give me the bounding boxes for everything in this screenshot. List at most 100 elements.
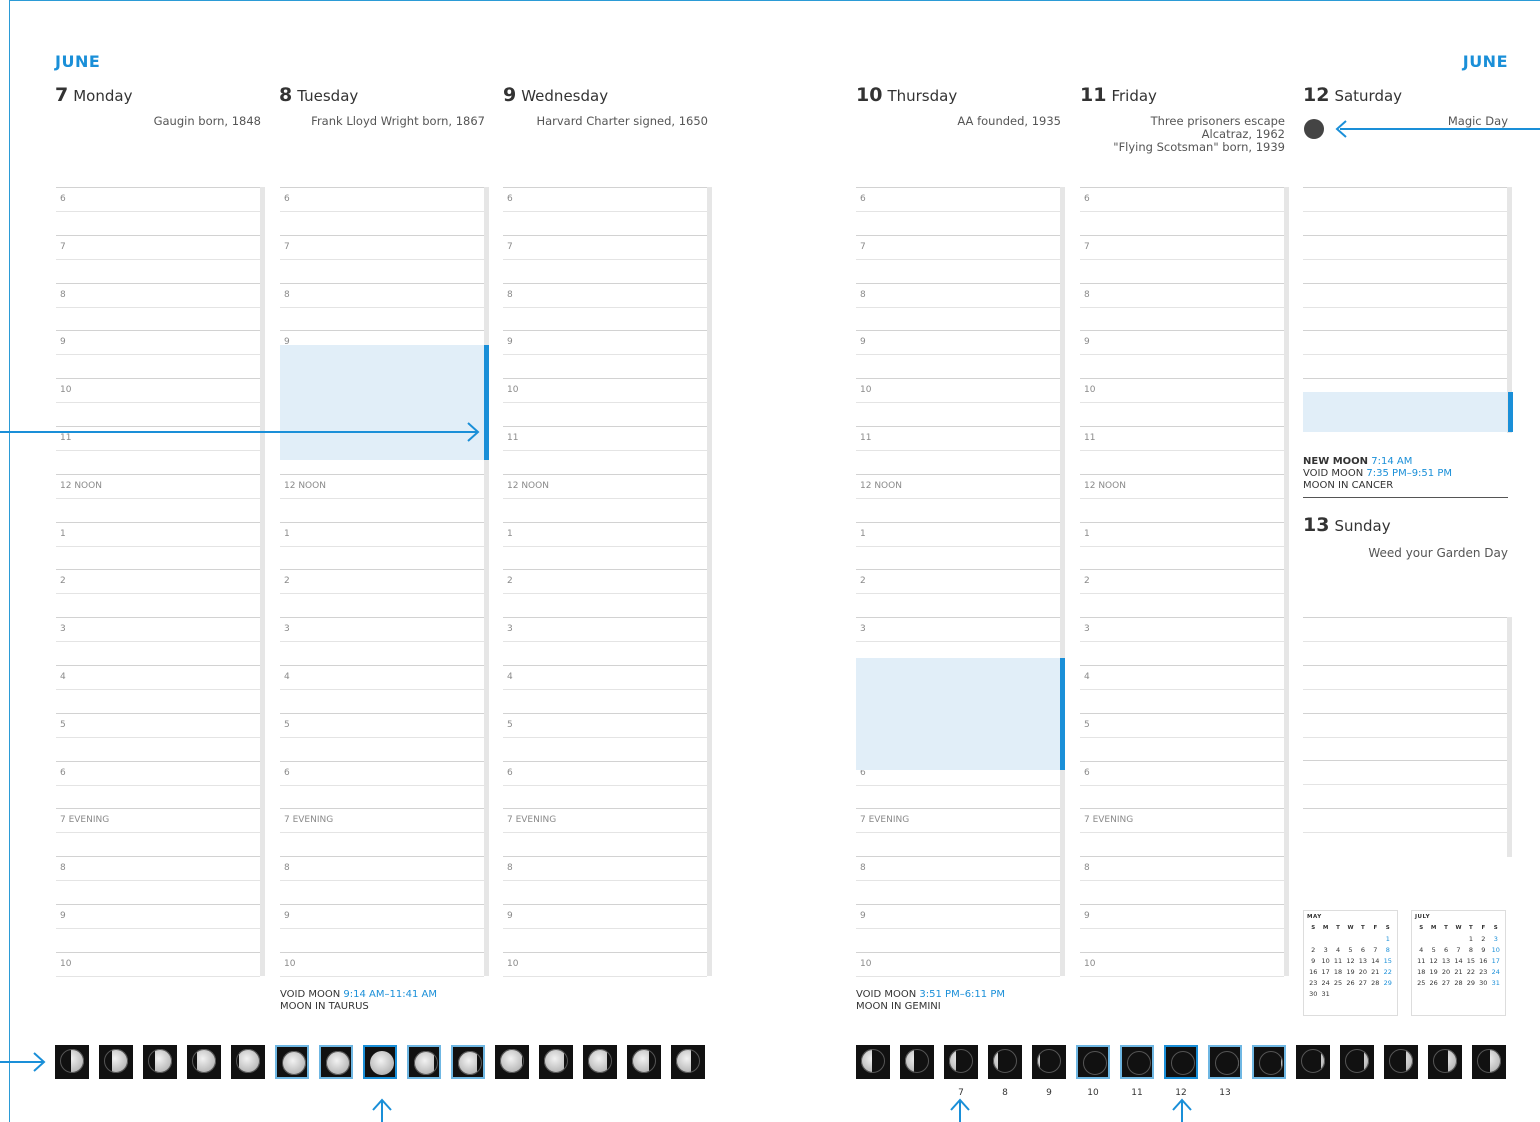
day-header-sunday[interactable]: 13 Sunday: [1303, 514, 1391, 536]
calendar-day[interactable]: 27: [1357, 977, 1369, 988]
calendar-day[interactable]: 21: [1369, 966, 1381, 977]
calendar-day[interactable]: 17: [1319, 966, 1331, 977]
calendar-day[interactable]: 29: [1382, 977, 1394, 988]
calendar-day[interactable]: 24: [1490, 966, 1502, 977]
calendar-day[interactable]: 1: [1382, 933, 1394, 944]
calendar-day[interactable]: 28: [1452, 977, 1464, 988]
calendar-day[interactable]: 28: [1369, 977, 1381, 988]
mini-calendar-july[interactable]: JULY S M T W T F S 1 2 3 4 5 6 7 8 9 10 11 12 13 14 15 16 17 18 19…: [1411, 910, 1506, 1016]
calendar-day[interactable]: 4: [1415, 944, 1427, 955]
moon-phase-icon: [1120, 1045, 1154, 1079]
calendar-day[interactable]: 13: [1357, 955, 1369, 966]
calendar-day[interactable]: 6: [1357, 944, 1369, 955]
calendar-day[interactable]: 20: [1440, 966, 1452, 977]
hour-label: 7: [1084, 241, 1090, 252]
day-header-saturday[interactable]: 12 Saturday: [1303, 84, 1402, 106]
hour-label: 8: [860, 289, 866, 300]
calendar-day[interactable]: 2: [1477, 933, 1489, 944]
calendar-day[interactable]: 17: [1490, 955, 1502, 966]
highlight-block-thursday[interactable]: [856, 658, 1060, 770]
calendar-day[interactable]: 9: [1307, 955, 1319, 966]
calendar-day[interactable]: 10: [1319, 955, 1331, 966]
calendar-day[interactable]: 25: [1415, 977, 1427, 988]
hour-line: [1303, 808, 1507, 810]
hour-label: 9: [507, 911, 513, 921]
calendar-day[interactable]: 1: [1465, 933, 1477, 944]
calendar-day[interactable]: 11: [1332, 955, 1344, 966]
schedule-column-monday[interactable]: 6 7 8 9 10 11 12 NOON 1 2 3 4 5 6 7 EVENING 8 9 10: [56, 187, 265, 977]
calendar-day[interactable]: 18: [1415, 966, 1427, 977]
calendar-day[interactable]: 5: [1427, 944, 1439, 955]
calendar-day[interactable]: 23: [1307, 977, 1319, 988]
moon-note-saturday: NEW MOON 7:14 AM VOID MOON 7:35 PM–9:51 …: [1303, 456, 1452, 492]
calendar-day[interactable]: 7: [1452, 944, 1464, 955]
highlight-block-saturday[interactable]: [1303, 392, 1507, 432]
calendar-day[interactable]: 29: [1465, 977, 1477, 988]
day-header-tuesday[interactable]: 8 Tuesday: [279, 84, 358, 106]
day-header-friday[interactable]: 11 Friday: [1080, 84, 1157, 106]
day-header-wednesday[interactable]: 9 Wednesday: [503, 84, 608, 106]
calendar-day[interactable]: 11: [1415, 955, 1427, 966]
calendar-day[interactable]: 20: [1357, 966, 1369, 977]
event-sunday: Weed your Garden Day: [1368, 546, 1508, 560]
calendar-day[interactable]: 31: [1490, 977, 1502, 988]
hour-line: [503, 569, 707, 571]
hour-label: 6: [507, 194, 513, 204]
calendar-day[interactable]: 30: [1477, 977, 1489, 988]
calendar-day[interactable]: 3: [1319, 944, 1331, 955]
hour-line: [280, 473, 484, 475]
schedule-column-sunday[interactable]: [1303, 617, 1512, 857]
calendar-day[interactable]: 22: [1465, 966, 1477, 977]
calendar-day[interactable]: 25: [1332, 977, 1344, 988]
schedule-column-tuesday[interactable]: 6789101112 NOON1234567 EVENING8910: [280, 187, 489, 977]
calendar-day[interactable]: 12: [1344, 955, 1356, 966]
calendar-day[interactable]: 10: [1490, 944, 1502, 955]
mini-calendar-may[interactable]: MAY S M T W T F S 1 2 3 4 5 6 7 8 9 10 11 12 13 14 15 16 17 18 19 2…: [1303, 910, 1398, 1016]
calendar-day[interactable]: 26: [1344, 977, 1356, 988]
half-hour-line: [856, 880, 1060, 882]
highlight-block-tuesday[interactable]: [280, 345, 484, 460]
calendar-day[interactable]: 2: [1307, 944, 1319, 955]
calendar-day[interactable]: 4: [1332, 944, 1344, 955]
calendar-day[interactable]: 5: [1344, 944, 1356, 955]
calendar-day[interactable]: 19: [1344, 966, 1356, 977]
calendar-day[interactable]: 18: [1332, 966, 1344, 977]
calendar-day[interactable]: 21: [1452, 966, 1464, 977]
day-header-thursday[interactable]: 10 Thursday: [856, 84, 957, 106]
calendar-day[interactable]: 16: [1307, 966, 1319, 977]
half-hour-line: [503, 688, 707, 690]
calendar-day[interactable]: 26: [1427, 977, 1439, 988]
calendar-day[interactable]: 27: [1440, 977, 1452, 988]
half-hour-line: [503, 497, 707, 499]
day-header-monday[interactable]: 7 Monday: [55, 84, 132, 106]
hour-label: 7: [284, 241, 290, 252]
calendar-day[interactable]: 7: [1369, 944, 1381, 955]
calendar-day: [1344, 933, 1356, 944]
calendar-day[interactable]: 15: [1382, 955, 1394, 966]
moon-phase-icon: [319, 1045, 353, 1079]
calendar-day[interactable]: 3: [1490, 933, 1502, 944]
calendar-day[interactable]: 8: [1465, 944, 1477, 955]
calendar-day[interactable]: 19: [1427, 966, 1439, 977]
schedule-column-friday[interactable]: 6 7 8 9 10 11 12 NOON 1 2 3 4 5 6 7 EVENING 8 9 10: [1080, 187, 1289, 977]
calendar-day[interactable]: 12: [1427, 955, 1439, 966]
calendar-day[interactable]: 16: [1477, 955, 1489, 966]
calendar-day[interactable]: 6: [1440, 944, 1452, 955]
hour-line: [1303, 760, 1507, 762]
schedule-column-thursday[interactable]: 6789101112 NOON1234567 EVENING8910: [856, 187, 1065, 977]
calendar-day[interactable]: 15: [1465, 955, 1477, 966]
schedule-column-wednesday[interactable]: 6 7 8 9 10 11 12 NOON 1 2 3 4 5 6 7 EVENING 8 9 10: [503, 187, 712, 977]
calendar-day[interactable]: 8: [1382, 944, 1394, 955]
calendar-day[interactable]: 14: [1369, 955, 1381, 966]
calendar-day[interactable]: 13: [1440, 955, 1452, 966]
calendar-day[interactable]: 14: [1452, 955, 1464, 966]
calendar-day[interactable]: 30: [1307, 988, 1319, 999]
calendar-day[interactable]: 22: [1382, 966, 1394, 977]
day-name: Monday: [73, 87, 133, 105]
calendar-day[interactable]: 23: [1477, 966, 1489, 977]
calendar-day[interactable]: 31: [1319, 988, 1331, 999]
hour-line: [280, 521, 484, 523]
hour-line: [1080, 569, 1284, 571]
calendar-day[interactable]: 9: [1477, 944, 1489, 955]
calendar-day[interactable]: 24: [1319, 977, 1331, 988]
